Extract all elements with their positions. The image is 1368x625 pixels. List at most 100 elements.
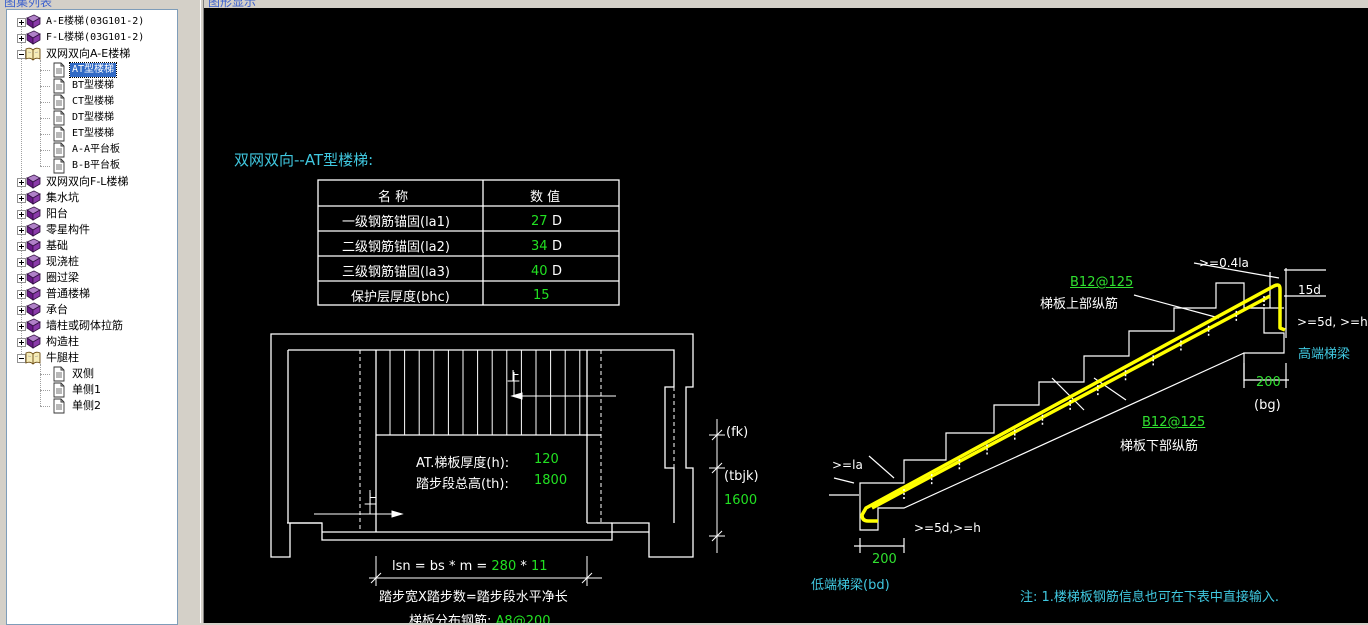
tree-label[interactable]: 基础 bbox=[44, 239, 70, 253]
lsn-m-value[interactable]: 11 bbox=[531, 559, 548, 574]
plan-tbjk-value[interactable]: 1600 bbox=[724, 493, 757, 508]
top-rebar-label: 梯板上部纵筋 bbox=[1040, 297, 1119, 312]
table-row-la2-value[interactable]: 34 bbox=[531, 239, 548, 254]
lsn-bs-value[interactable]: 280 bbox=[491, 559, 516, 574]
top-rebar-spec[interactable]: B12@125 bbox=[1070, 275, 1133, 290]
tree-node[interactable]: 零星构件 bbox=[25, 222, 92, 238]
tree-node[interactable]: 构造柱 bbox=[25, 334, 81, 350]
tree-label[interactable]: 普通楼梯 bbox=[44, 287, 92, 301]
tree-branch-connector bbox=[40, 86, 50, 87]
book-closed-icon bbox=[25, 302, 41, 318]
book-closed-icon bbox=[25, 254, 41, 270]
tree-node[interactable]: 阳台 bbox=[25, 206, 70, 222]
tree-node[interactable]: 集水坑 bbox=[25, 190, 81, 206]
tree-label[interactable]: 墙柱或砌体拉筋 bbox=[44, 319, 125, 333]
tree-branch-connector bbox=[40, 150, 50, 151]
tree-node[interactable]: 双网双向A-E楼梯 bbox=[25, 46, 132, 62]
tree-leaf[interactable]: A-A平台板 bbox=[51, 142, 122, 158]
book-open-icon bbox=[25, 46, 41, 62]
tree-leaf[interactable]: 单侧1 bbox=[51, 382, 103, 398]
tree-label[interactable]: 双网双向F-L楼梯 bbox=[44, 175, 130, 189]
tree-label[interactable]: 圈过梁 bbox=[44, 271, 81, 285]
table-row-la3-value[interactable]: 40 bbox=[531, 264, 548, 279]
tree-leaf[interactable]: 单侧2 bbox=[51, 398, 103, 414]
document-icon bbox=[51, 94, 67, 110]
tree-label[interactable]: A-A平台板 bbox=[70, 143, 122, 157]
drawing-set-tree[interactable]: A-E楼梯(03G101-2) F-L楼梯(03G101-2) 双网双向A-E楼梯 A… bbox=[6, 9, 178, 625]
document-icon bbox=[51, 158, 67, 174]
tree-node[interactable]: 双网双向F-L楼梯 bbox=[25, 174, 130, 190]
table-row-bhc-value[interactable]: 15 bbox=[533, 288, 550, 303]
tree-label[interactable]: 零星构件 bbox=[44, 223, 92, 237]
tree-label[interactable]: B-B平台板 bbox=[70, 159, 122, 173]
tree-leaf[interactable]: B-B平台板 bbox=[51, 158, 122, 174]
tree-leaf[interactable]: DT型楼梯 bbox=[51, 110, 116, 126]
tree-branch-connector bbox=[40, 406, 50, 407]
tree-label[interactable]: AT型楼梯 bbox=[68, 62, 118, 78]
tree-node[interactable]: 圈过梁 bbox=[25, 270, 81, 286]
document-icon bbox=[51, 110, 67, 126]
bottom-rebar-spec[interactable]: B12@125 bbox=[1142, 415, 1205, 430]
anchor-bottom-label: >=5d,>=h bbox=[914, 521, 981, 535]
plan-outer-wall bbox=[270, 333, 694, 558]
tree-node[interactable]: 基础 bbox=[25, 238, 70, 254]
tree-label[interactable]: A-E楼梯(03G101-2) bbox=[44, 15, 146, 29]
dim-200-left[interactable]: 200 bbox=[872, 552, 897, 567]
tree-label[interactable]: 构造柱 bbox=[44, 335, 81, 349]
tree-label[interactable]: 现浇桩 bbox=[44, 255, 81, 269]
tree-branch-connector bbox=[40, 166, 50, 167]
dim-200-right[interactable]: 200 bbox=[1256, 375, 1281, 390]
table-header-name: 名 称 bbox=[378, 190, 409, 205]
tree-node[interactable]: 现浇桩 bbox=[25, 254, 81, 270]
hook-15d-label: 15d bbox=[1298, 283, 1321, 297]
tree-label[interactable]: 单侧2 bbox=[70, 399, 103, 413]
tree-label[interactable]: 单侧1 bbox=[70, 383, 103, 397]
table-row-la1-name: 一级钢筋锚固(la1) bbox=[342, 215, 450, 230]
tree-label[interactable]: F-L楼梯(03G101-2) bbox=[44, 31, 146, 45]
table-row-la3-name: 三级钢筋锚固(la3) bbox=[342, 265, 450, 280]
book-open-icon bbox=[25, 350, 41, 366]
tree-label[interactable]: 双侧 bbox=[70, 367, 96, 381]
table-row-la1-value[interactable]: 27 bbox=[531, 214, 548, 229]
tree-branch-connector bbox=[40, 374, 50, 375]
tree-label[interactable]: ET型楼梯 bbox=[70, 127, 116, 141]
tree-leaf[interactable]: 双侧 bbox=[51, 366, 96, 382]
tree-node[interactable]: A-E楼梯(03G101-2) bbox=[25, 14, 146, 30]
tree-node[interactable]: 牛腿柱 bbox=[25, 350, 81, 366]
tree-children-connector bbox=[40, 60, 41, 166]
plan-tbjk-label: (tbjk) bbox=[724, 469, 759, 484]
table-row-la2-name: 二级钢筋锚固(la2) bbox=[342, 240, 450, 255]
plan-fk-label: (fk) bbox=[726, 425, 749, 440]
tree-label[interactable]: CT型楼梯 bbox=[70, 95, 116, 109]
tree-label[interactable]: 牛腿柱 bbox=[44, 351, 81, 365]
drawing-linework bbox=[270, 179, 1326, 586]
tree-leaf[interactable]: ET型楼梯 bbox=[51, 126, 116, 142]
plan-thickness-value[interactable]: 120 bbox=[534, 452, 559, 467]
tree-node[interactable]: F-L楼梯(03G101-2) bbox=[25, 30, 146, 46]
tree-leaf[interactable]: CT型楼梯 bbox=[51, 94, 116, 110]
tree-label[interactable]: 集水坑 bbox=[44, 191, 81, 205]
table-row-la1-unit: D bbox=[552, 214, 563, 229]
tree-label[interactable]: 承台 bbox=[44, 303, 70, 317]
document-icon bbox=[51, 126, 67, 142]
book-closed-icon bbox=[25, 30, 41, 46]
tree-node[interactable]: 承台 bbox=[25, 302, 70, 318]
tree-node[interactable]: 普通楼梯 bbox=[25, 286, 92, 302]
plan-up-label-top: 上 bbox=[507, 370, 521, 385]
tree-label[interactable]: 阳台 bbox=[44, 207, 70, 221]
tree-label[interactable]: BT型楼梯 bbox=[70, 79, 116, 93]
la-label: >=la bbox=[832, 458, 863, 472]
book-closed-icon bbox=[25, 238, 41, 254]
drawing-canvas: 双网双向--AT型楼梯: 名 称 数 值 一级钢筋锚固(la1) 27 D 二级… bbox=[204, 8, 1368, 623]
drawing-title: 双网双向--AT型楼梯: bbox=[234, 151, 374, 169]
tree-branch-connector bbox=[40, 390, 50, 391]
distribution-value[interactable]: A8@200 bbox=[496, 614, 551, 623]
plan-height-value[interactable]: 1800 bbox=[534, 473, 567, 488]
tree-node[interactable]: 墙柱或砌体拉筋 bbox=[25, 318, 125, 334]
tree-leaf[interactable]: BT型楼梯 bbox=[51, 78, 116, 94]
document-icon bbox=[51, 398, 67, 414]
tree-label[interactable]: DT型楼梯 bbox=[70, 111, 116, 125]
tree-leaf[interactable]: AT型楼梯 bbox=[51, 62, 118, 78]
document-icon bbox=[51, 382, 67, 398]
tree-label[interactable]: 双网双向A-E楼梯 bbox=[44, 47, 132, 61]
